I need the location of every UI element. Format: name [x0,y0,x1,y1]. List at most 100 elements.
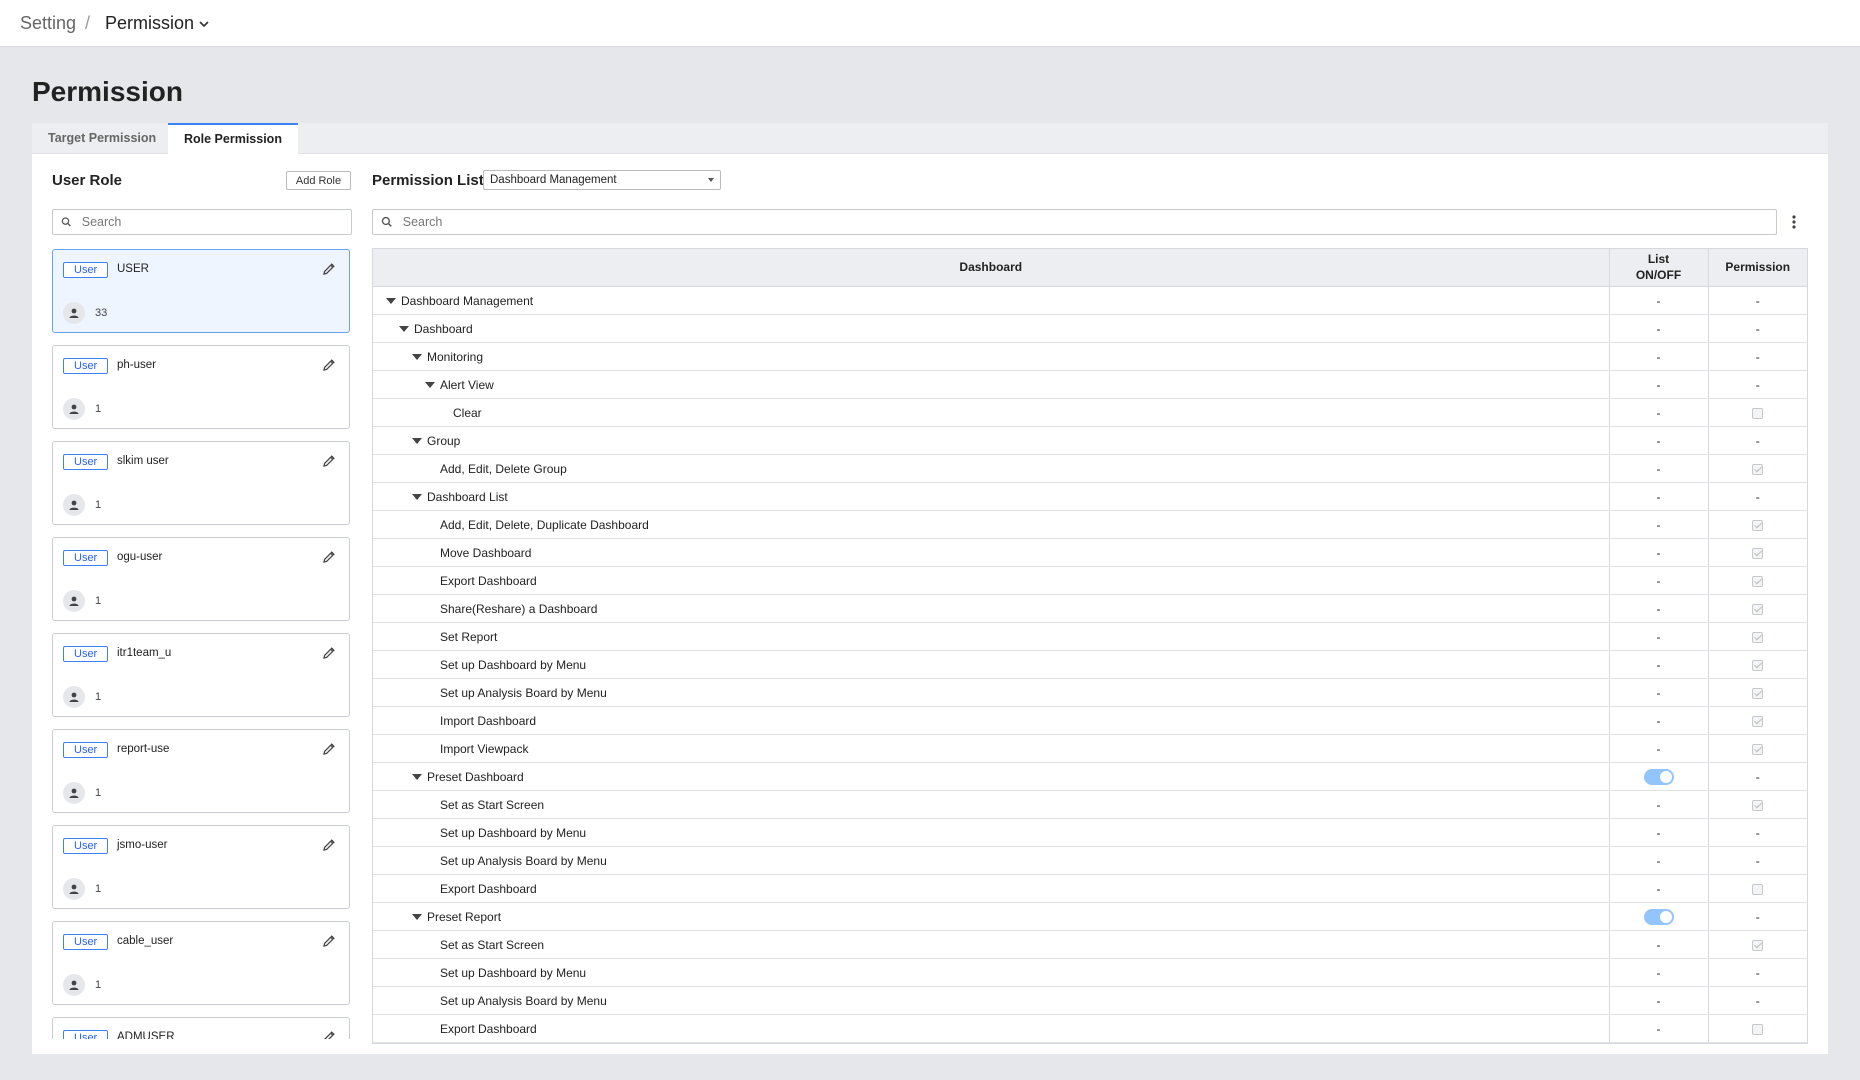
permission-checkbox[interactable] [1752,547,1764,559]
role-card[interactable]: User itr1team_u 1 [52,633,350,717]
role-type-badge: User [63,742,109,758]
permission-cell: - [1708,426,1807,455]
permission-label: Set Report [440,629,498,644]
user-role-title: User Role [52,172,123,189]
table-row: Monitoring - - [373,342,1807,371]
permission-checkbox[interactable] [1752,743,1764,755]
list-toggle[interactable] [1643,908,1674,925]
permission-name-cell: Set up Dashboard by Menu [373,650,1610,679]
role-search-input[interactable] [79,214,351,230]
caret-down-icon[interactable] [386,297,396,304]
permission-cell [1708,510,1807,539]
breadcrumb-current-dropdown[interactable]: Permission [105,13,210,34]
list-toggle[interactable] [1643,768,1674,785]
user-icon [63,878,85,900]
permission-name-cell: Preset Dashboard [373,762,1610,791]
role-card[interactable]: User report-use 1 [52,729,350,813]
table-row: Dashboard - - [373,314,1807,343]
permission-checkbox[interactable] [1752,519,1764,531]
role-card[interactable]: User ogu-user 1 [52,537,350,621]
tab-target-permission[interactable]: Target Permission [32,123,172,154]
permission-search-input[interactable] [400,214,1776,230]
pencil-icon[interactable] [321,357,337,373]
pencil-icon[interactable] [321,1029,337,1039]
caret-down-icon[interactable] [412,493,422,500]
add-role-button[interactable]: Add Role [286,171,351,190]
caret-down-icon[interactable] [412,913,422,920]
list-onoff-cell [1609,902,1709,931]
pencil-icon[interactable] [321,549,337,565]
caret-down-icon[interactable] [412,353,422,360]
permission-category-select[interactable]: Dashboard Management [483,170,721,190]
permission-checkbox[interactable] [1752,1023,1764,1035]
breadcrumb-root[interactable]: Setting [20,13,76,34]
list-onoff-cell: - [1609,314,1709,343]
kebab-icon[interactable] [1787,213,1801,231]
pencil-icon[interactable] [321,933,337,949]
permission-label: Clear [453,405,482,420]
list-value: - [1656,377,1661,392]
role-permission-panel: User Role Add Role User USER 33 User ph-user… [32,154,1828,1054]
pencil-icon[interactable] [321,645,337,661]
role-name: cable_user [117,935,174,947]
pencil-icon[interactable] [321,453,337,469]
permission-label: Preset Dashboard [427,769,524,784]
table-row: Import Dashboard - [373,706,1807,735]
permission-name-cell: Dashboard Management [373,286,1610,315]
permission-checkbox[interactable] [1752,407,1764,419]
pencil-icon[interactable] [321,837,337,853]
column-header-list-onoff: List ON/OFF [1609,249,1709,287]
role-type-badge: User [63,454,109,470]
caret-down-icon [708,178,714,182]
user-icon [63,494,85,516]
permission-checkbox[interactable] [1752,799,1764,811]
permission-checkbox[interactable] [1752,687,1764,699]
permission-name-cell: Export Dashboard [373,566,1610,595]
role-name: jsmo-user [117,839,168,851]
permission-name-cell: Dashboard List [373,482,1610,511]
permission-name-cell: Set up Dashboard by Menu [373,958,1610,987]
permission-name-cell: Alert View [373,370,1610,399]
list-onoff-cell: - [1609,622,1709,651]
caret-down-icon[interactable] [425,381,435,388]
table-row: Dashboard List - - [373,482,1807,511]
caret-down-icon[interactable] [399,325,409,332]
list-onoff-cell: - [1609,930,1709,959]
list-value: - [1656,937,1661,952]
role-card[interactable]: User jsmo-user 1 [52,825,350,909]
role-card[interactable]: User USER 33 [52,249,350,333]
role-member-count: 1 [95,979,102,991]
role-card[interactable]: User ph-user 1 [52,345,350,429]
role-search-box [52,209,352,235]
permission-checkbox[interactable] [1752,575,1764,587]
role-card[interactable]: User slkim user 1 [52,441,350,525]
page-title: Permission [32,76,183,107]
permission-cell [1708,930,1807,959]
list-onoff-cell: - [1609,426,1709,455]
permission-name-cell: Set up Analysis Board by Menu [373,986,1610,1015]
table-row: Export Dashboard - [373,874,1807,903]
list-value: - [1656,517,1661,532]
pencil-icon[interactable] [321,261,337,277]
list-onoff-cell: - [1609,398,1709,427]
permission-checkbox[interactable] [1752,603,1764,615]
list-value: - [1656,433,1661,448]
permission-checkbox[interactable] [1752,463,1764,475]
permission-checkbox[interactable] [1752,631,1764,643]
tab-role-permission[interactable]: Role Permission [168,123,298,155]
list-onoff-cell: - [1609,846,1709,875]
role-card[interactable]: UserADMUSER1 [52,1017,350,1039]
list-value: - [1656,657,1661,672]
permission-label: Monitoring [427,349,484,364]
permission-checkbox[interactable] [1752,715,1764,727]
table-row: Set as Start Screen - [373,790,1807,819]
pencil-icon[interactable] [321,741,337,757]
permission-checkbox[interactable] [1752,939,1764,951]
permission-checkbox[interactable] [1752,883,1764,895]
caret-down-icon[interactable] [412,437,422,444]
list-value: - [1656,965,1661,980]
role-card[interactable]: User cable_user 1 [52,921,350,1005]
permission-checkbox[interactable] [1752,659,1764,671]
caret-down-icon[interactable] [412,773,422,780]
column-header-list-line2: ON/OFF [1635,267,1682,282]
